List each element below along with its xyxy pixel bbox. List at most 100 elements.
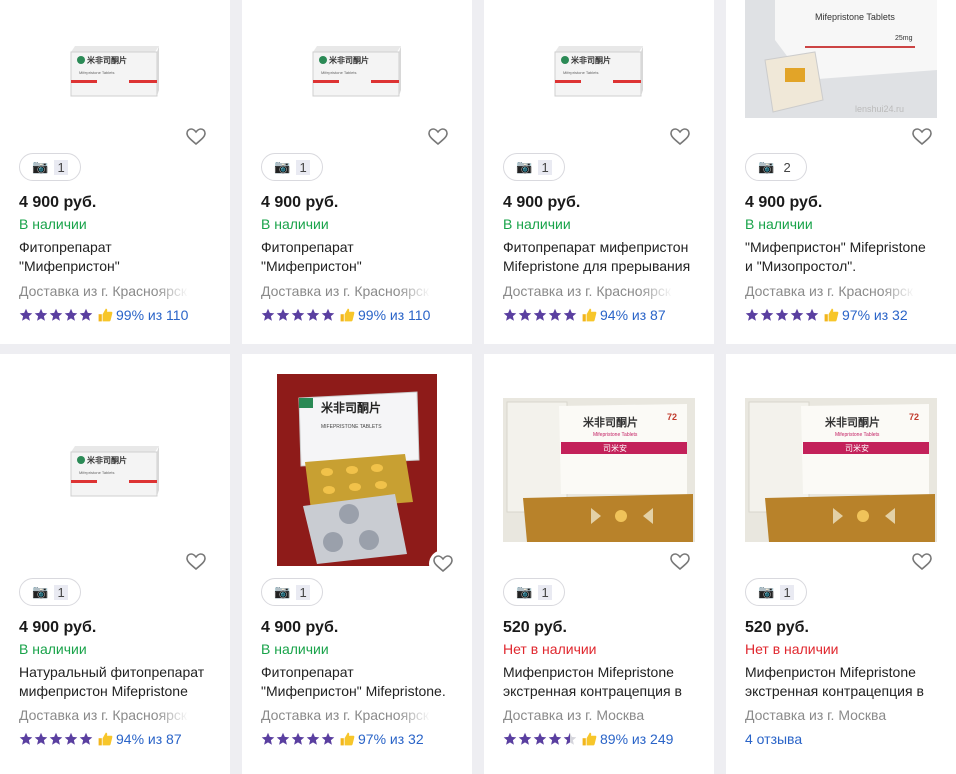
- photo-count-badge[interactable]: 📷 1: [503, 153, 565, 181]
- photo-count-badge[interactable]: 📷 1: [503, 578, 565, 606]
- product-card[interactable]: 米非司酮片 MIFEPRISTONE TABLETS 📷 1 4 900 руб…: [242, 354, 472, 774]
- availability: В наличии: [261, 641, 329, 657]
- photo-count-badge[interactable]: 📷 1: [261, 153, 323, 181]
- product-card[interactable]: 米非司酮片 Mifepristone Tablets 📷 1 4 900 руб…: [242, 0, 472, 344]
- photo-count: 1: [296, 584, 310, 600]
- svg-text:司米安: 司米安: [845, 443, 869, 453]
- rating-stars: [745, 308, 819, 322]
- seller-rating[interactable]: 94% из 87: [19, 731, 182, 747]
- product-card[interactable]: 米非司酮片 Mifepristone Tablets 📷 1 4 900 руб…: [484, 0, 714, 344]
- thumbs-up-icon: [340, 308, 355, 322]
- product-title[interactable]: Фитопрепарат "Мифепристон" Mifepristone.: [261, 663, 461, 701]
- availability: Нет в наличии: [745, 641, 839, 657]
- product-image[interactable]: 米非司酮片 Mifepristone Tablets: [19, 374, 211, 566]
- seller-rating[interactable]: 94% из 87: [503, 307, 666, 323]
- product-image[interactable]: 米非司酮片 Mifepristone Tablets: [503, 0, 695, 140]
- svg-text:Mifepristone Tablets: Mifepristone Tablets: [321, 70, 357, 75]
- delivery-info: Доставка из г. Москва: [503, 707, 645, 723]
- svg-text:72: 72: [667, 412, 677, 422]
- product-title[interactable]: Фитопрепарат "Мифепристон": [261, 238, 461, 276]
- favorite-heart-icon[interactable]: [184, 550, 208, 574]
- delivery-info: Доставка из г. Красноярск: [261, 283, 430, 299]
- product-title[interactable]: Мифепристон Mifepristone экстренная конт…: [745, 663, 945, 701]
- seller-rating[interactable]: 97% из 32: [261, 731, 424, 747]
- camera-icon: 📷: [516, 584, 533, 599]
- product-title[interactable]: "Мифепристон" Mifepristone и "Мизопросто…: [745, 238, 945, 276]
- product-image[interactable]: 米非司酮片 Mifepristone Tablets: [19, 0, 211, 140]
- favorite-heart-icon[interactable]: [668, 125, 692, 149]
- pill-box-image: 米非司酮片 Mifepristone Tablets: [70, 446, 159, 497]
- price: 520 руб.: [503, 619, 567, 636]
- svg-text:Mifepristone Tablets: Mifepristone Tablets: [563, 70, 599, 75]
- product-title[interactable]: Фитопрепарат мифепристон Mifepristone дл…: [503, 238, 703, 276]
- rating-text: 94% из 87: [116, 731, 182, 747]
- favorite-heart-icon[interactable]: [668, 550, 692, 574]
- pill-box-photo: 米非司酮片 Mifepristone Tablets 司米安 72: [745, 398, 937, 542]
- product-title[interactable]: Натуральный фитопрепарат мифепристон Mif…: [19, 663, 219, 701]
- photo-count-badge[interactable]: 📷 1: [19, 153, 81, 181]
- photo-count-badge[interactable]: 📷 1: [261, 578, 323, 606]
- availability: В наличии: [19, 641, 87, 657]
- svg-text:米非司酮片: 米非司酮片: [582, 415, 638, 429]
- delivery-info: Доставка из г. Красноярск: [261, 707, 430, 723]
- camera-icon: 📷: [32, 159, 49, 174]
- rating-stars: [503, 732, 577, 746]
- price: 4 900 руб.: [745, 194, 823, 211]
- photo-count: 1: [54, 159, 68, 175]
- camera-icon: 📷: [758, 584, 775, 599]
- favorite-heart-icon[interactable]: [184, 125, 208, 149]
- product-image[interactable]: Mifepristone Tablets 25mg lenshui24.ru: [745, 0, 937, 118]
- svg-text:司米安: 司米安: [603, 443, 627, 453]
- price: 4 900 руб.: [503, 194, 581, 211]
- svg-text:MIFEPRISTONE TABLETS: MIFEPRISTONE TABLETS: [321, 424, 382, 430]
- svg-text:lenshui24.ru: lenshui24.ru: [855, 104, 904, 114]
- svg-text:Mifepristone Tablets: Mifepristone Tablets: [835, 432, 880, 438]
- favorite-heart-icon[interactable]: [426, 125, 450, 149]
- reviews-link[interactable]: 4 отзыва: [745, 731, 802, 747]
- svg-text:Mifepristone Tablets: Mifepristone Tablets: [815, 12, 895, 22]
- camera-icon: 📷: [274, 159, 291, 174]
- svg-text:米非司酮片: 米非司酮片: [570, 55, 611, 65]
- svg-text:米非司酮片: 米非司酮片: [824, 415, 880, 429]
- availability: В наличии: [503, 216, 571, 232]
- rating-stars: [261, 732, 335, 746]
- product-card[interactable]: 米非司酮片 Mifepristone Tablets 司米安 72 📷 1 52…: [726, 354, 956, 774]
- product-image[interactable]: 米非司酮片 MIFEPRISTONE TABLETS: [277, 374, 437, 566]
- product-image[interactable]: 米非司酮片 Mifepristone Tablets 司米安 72: [503, 398, 695, 542]
- pill-box-image: 米非司酮片 Mifepristone Tablets: [312, 46, 401, 97]
- seller-rating[interactable]: 97% из 32: [745, 307, 908, 323]
- product-card[interactable]: 米非司酮片 Mifepristone Tablets 司米安 72 📷 1 52…: [484, 354, 714, 774]
- product-title[interactable]: Фитопрепарат "Мифепристон": [19, 238, 219, 276]
- availability: В наличии: [745, 216, 813, 232]
- product-image[interactable]: 米非司酮片 Mifepristone Tablets: [261, 0, 453, 140]
- photo-count-badge[interactable]: 📷 1: [745, 578, 807, 606]
- favorite-heart-icon[interactable]: [910, 125, 934, 149]
- price: 4 900 руб.: [19, 619, 97, 636]
- svg-text:72: 72: [909, 412, 919, 422]
- delivery-info: Доставка из г. Москва: [745, 707, 887, 723]
- product-card[interactable]: 米非司酮片 Mifepristone Tablets 📷 1 4 900 руб…: [0, 354, 230, 774]
- photo-count-badge[interactable]: 📷 1: [19, 578, 81, 606]
- favorite-heart-icon[interactable]: [429, 550, 457, 578]
- svg-text:25mg: 25mg: [895, 35, 913, 42]
- seller-rating[interactable]: 99% из 110: [19, 307, 188, 323]
- product-title[interactable]: Мифепристон Mifepristone экстренная конт…: [503, 663, 703, 701]
- camera-icon: 📷: [32, 584, 49, 599]
- seller-rating[interactable]: 99% из 110: [261, 307, 430, 323]
- product-card[interactable]: 米非司酮片 Mifepristone Tablets 📷 1 4 900 руб…: [0, 0, 230, 344]
- camera-icon: 📷: [516, 159, 533, 174]
- product-image[interactable]: 米非司酮片 Mifepristone Tablets 司米安 72: [745, 398, 937, 542]
- rating-stars: [503, 308, 577, 322]
- photo-count: 2: [783, 159, 791, 175]
- favorite-heart-icon[interactable]: [910, 550, 934, 574]
- photo-count-badge[interactable]: 📷 2: [745, 153, 807, 181]
- camera-icon: 📷: [274, 584, 291, 599]
- product-card[interactable]: Mifepristone Tablets 25mg lenshui24.ru 📷…: [726, 0, 956, 344]
- rating-text: 89% из 249: [600, 731, 674, 747]
- rating-text: 99% из 110: [116, 307, 189, 323]
- rating-stars: [19, 308, 93, 322]
- seller-rating[interactable]: 89% из 249: [503, 731, 673, 747]
- thumbs-up-icon: [340, 732, 355, 746]
- svg-text:米非司酮片: 米非司酮片: [328, 55, 369, 65]
- rating-text: 97% из 32: [358, 731, 424, 747]
